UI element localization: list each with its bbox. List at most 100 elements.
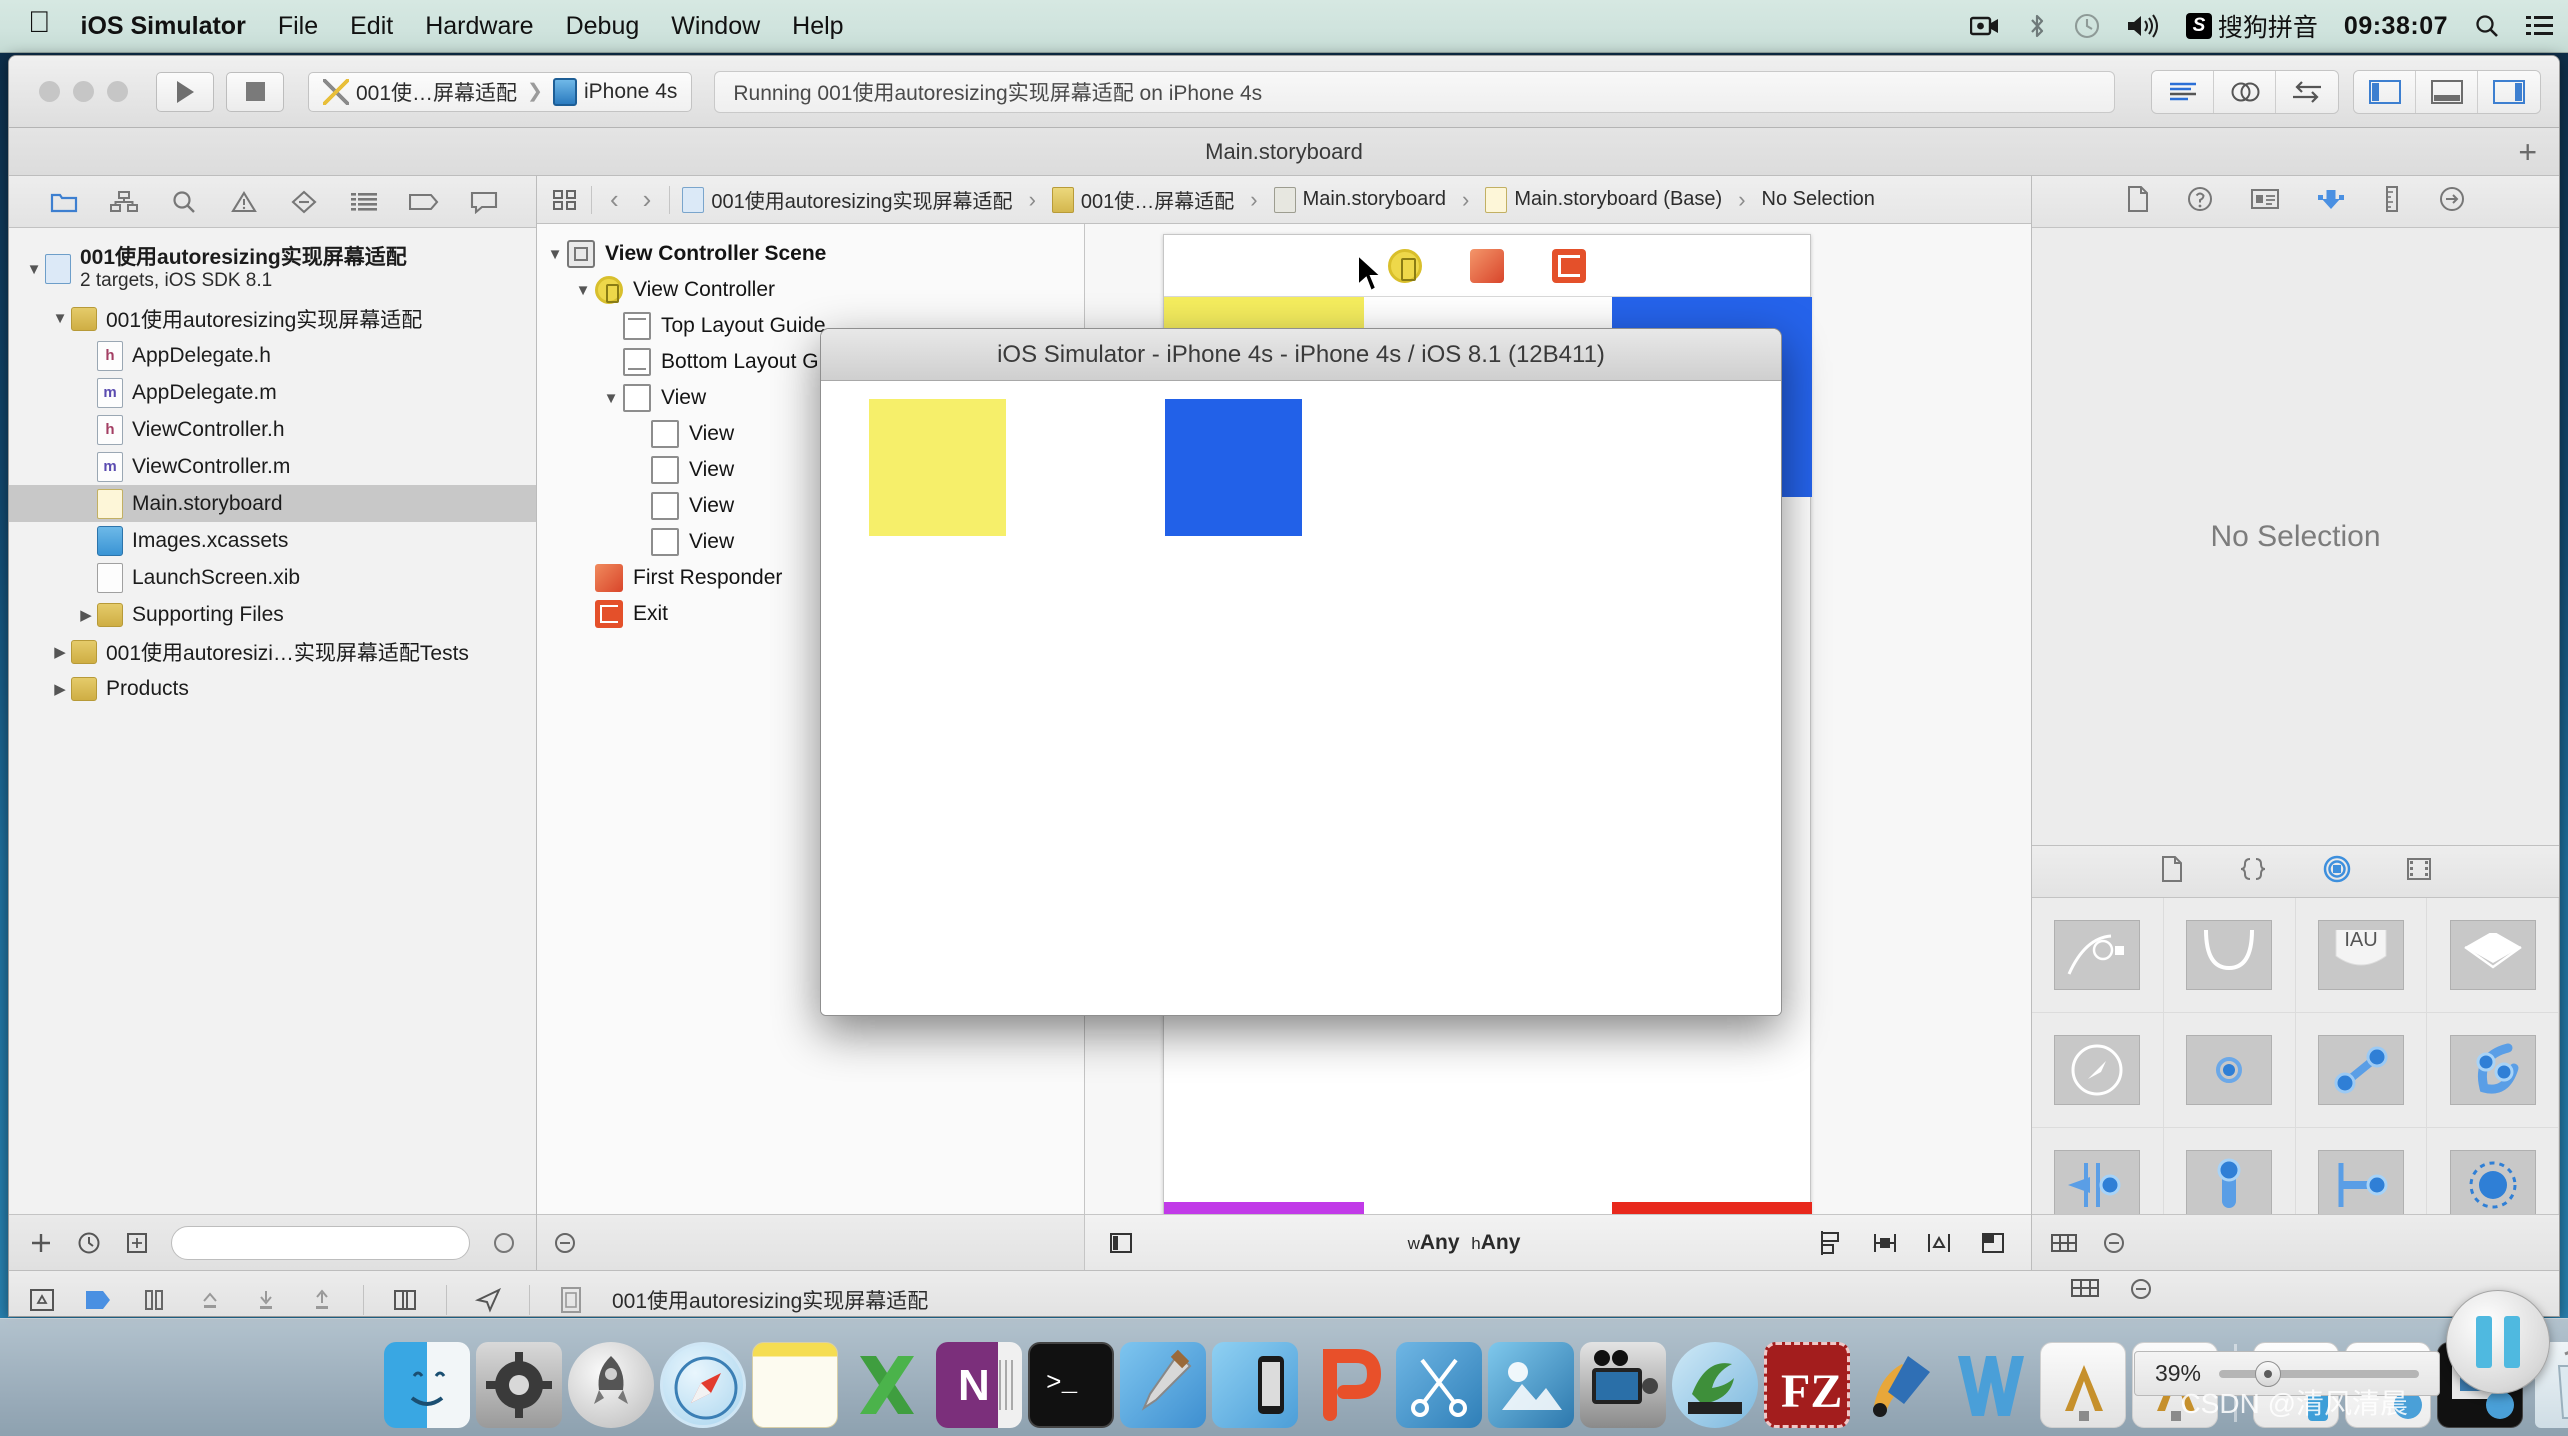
library-item[interactable] xyxy=(2427,1013,2559,1128)
forward-chevron-icon[interactable]: › xyxy=(637,184,658,215)
volume-icon[interactable] xyxy=(2126,13,2160,39)
file-tree-row[interactable]: ▼ 001使用autoresizing实现屏幕适配 2 targets, iOS S… xyxy=(9,238,536,300)
console-filter-icon[interactable] xyxy=(2126,1275,2156,1303)
library-item[interactable]: IAU xyxy=(2295,898,2428,1013)
disclosure-triangle[interactable] xyxy=(599,318,623,335)
disclosure-triangle[interactable]: ▶ xyxy=(75,458,97,476)
disclosure-triangle[interactable]: ▶ xyxy=(75,606,97,624)
source-control-filter-icon[interactable] xyxy=(123,1229,151,1257)
onenote-icon[interactable]: N xyxy=(936,1342,1022,1428)
keynote-icon[interactable] xyxy=(2040,1342,2126,1428)
attributes-inspector-icon[interactable] xyxy=(2316,185,2346,218)
purple-view[interactable] xyxy=(1164,1202,1364,1214)
file-tree-row[interactable]: ▶h AppDelegate.h xyxy=(9,337,536,374)
menu-item-edit[interactable]: Edit xyxy=(350,12,393,41)
clear-filter-icon[interactable] xyxy=(490,1229,518,1257)
pin-icon[interactable] xyxy=(1871,1230,1901,1256)
excel-icon[interactable] xyxy=(844,1342,930,1428)
disclosure-triangle[interactable]: ▼ xyxy=(543,246,567,263)
filter-input[interactable] xyxy=(171,1225,470,1260)
report-navigator-icon[interactable] xyxy=(469,189,499,215)
notification-center-icon[interactable] xyxy=(2526,14,2554,38)
document-outline-toggle-icon[interactable] xyxy=(1107,1229,1135,1257)
ios-simulator-window[interactable]: iOS Simulator - iPhone 4s - iPhone 4s / … xyxy=(820,328,1782,1016)
disclosure-triangle[interactable]: ▼ xyxy=(599,390,623,407)
launchpad-icon[interactable] xyxy=(568,1342,654,1428)
issue-navigator-icon[interactable] xyxy=(229,189,259,215)
library-item[interactable] xyxy=(2427,1128,2559,1214)
view-controller-icon[interactable] xyxy=(1388,248,1422,283)
library-item[interactable] xyxy=(2295,1013,2428,1128)
view-debugging-icon[interactable] xyxy=(390,1286,420,1314)
toggle-debug-area-icon[interactable] xyxy=(2416,70,2478,113)
first-responder-icon[interactable] xyxy=(1470,248,1504,283)
quicktime-icon[interactable] xyxy=(1580,1342,1666,1428)
related-items-icon[interactable] xyxy=(551,186,579,214)
disclosure-triangle[interactable] xyxy=(599,354,623,371)
breadcrumb-group[interactable]: 001使…屏幕适配 xyxy=(1051,185,1234,214)
breakpoint-navigator-icon[interactable] xyxy=(409,189,439,215)
debug-navigator-icon[interactable] xyxy=(349,189,379,215)
symbol-navigator-icon[interactable] xyxy=(109,189,139,215)
file-tree-row[interactable]: ▶m ViewController.m xyxy=(9,448,536,485)
bluetooth-icon[interactable] xyxy=(2026,13,2048,39)
run-button[interactable] xyxy=(156,71,214,112)
library-item[interactable] xyxy=(2032,898,2164,1013)
simulator-screen[interactable] xyxy=(821,381,1781,1015)
assistant-editor-icon[interactable] xyxy=(2214,70,2276,113)
disclosure-triangle[interactable] xyxy=(571,606,595,623)
terminal-icon[interactable]: >_ xyxy=(1028,1342,1114,1428)
breadcrumb-base[interactable]: Main.storyboard (Base) xyxy=(1485,186,1722,213)
toggle-utilities-icon[interactable] xyxy=(2478,70,2540,113)
disclosure-triangle[interactable]: ▶ xyxy=(75,569,97,587)
file-tree-row[interactable]: ▶ Supporting Files xyxy=(9,596,536,633)
apple-logo-icon[interactable]:  xyxy=(28,8,51,38)
add-file-button[interactable] xyxy=(27,1229,55,1257)
size-inspector-icon[interactable] xyxy=(2382,185,2402,218)
file-inspector-icon[interactable] xyxy=(2126,185,2150,218)
quick-help-inspector-icon[interactable] xyxy=(2186,185,2214,218)
disclosure-triangle[interactable]: ▶ xyxy=(75,384,97,402)
snip-tool-icon[interactable] xyxy=(1396,1342,1482,1428)
minimize-window-button[interactable] xyxy=(73,81,94,102)
identity-inspector-icon[interactable] xyxy=(2250,187,2280,216)
library-item[interactable] xyxy=(2296,1128,2428,1214)
active-tab-label[interactable]: Main.storyboard xyxy=(1205,139,1363,165)
find-navigator-icon[interactable] xyxy=(169,189,199,215)
ios-simulator-icon[interactable] xyxy=(1212,1342,1298,1428)
code-snippet-library-icon[interactable] xyxy=(2238,856,2268,887)
resolve-auto-layout-icon[interactable] xyxy=(1925,1230,1955,1256)
time-machine-icon[interactable] xyxy=(2074,13,2100,39)
paint-tool-icon[interactable] xyxy=(1856,1342,1942,1428)
back-chevron-icon[interactable]: ‹ xyxy=(604,184,625,215)
word-icon[interactable] xyxy=(1948,1342,2034,1428)
object-library-grid[interactable]: IAU xyxy=(2032,898,2559,1214)
pause-button-icon[interactable] xyxy=(2446,1290,2550,1394)
show-debug-area-icon[interactable] xyxy=(27,1286,57,1314)
thunder-download-icon[interactable] xyxy=(1672,1342,1758,1428)
menu-item-app[interactable]: iOS Simulator xyxy=(81,12,246,41)
disclosure-triangle[interactable]: ▶ xyxy=(75,532,97,550)
size-class-indicator[interactable]: wAny hAny xyxy=(1408,1231,1521,1255)
file-tree-row[interactable]: ▶ LaunchScreen.xib xyxy=(9,559,536,596)
disclosure-triangle[interactable]: ▼ xyxy=(571,282,595,299)
object-library-icon[interactable] xyxy=(2322,854,2352,889)
file-tree-row[interactable]: ▶m AppDelegate.m xyxy=(9,374,536,411)
library-item[interactable] xyxy=(2032,1128,2164,1214)
step-out-icon[interactable] xyxy=(307,1286,337,1314)
disclosure-triangle[interactable] xyxy=(627,462,651,479)
pause-icon[interactable] xyxy=(139,1286,169,1314)
safari-icon[interactable] xyxy=(660,1342,746,1428)
file-tree-row[interactable]: ▶ Images.xcassets xyxy=(9,522,536,559)
exit-icon[interactable] xyxy=(1552,248,1586,283)
zoom-window-button[interactable] xyxy=(107,81,128,102)
disclosure-triangle[interactable]: ▼ xyxy=(23,261,45,278)
filter-grid-icon[interactable] xyxy=(2070,1275,2100,1303)
menu-bar-clock[interactable]: 09:38:07 xyxy=(2344,12,2448,41)
connections-inspector-icon[interactable] xyxy=(2438,185,2466,218)
input-method-indicator[interactable]: S 搜狗拼音 xyxy=(2185,8,2318,44)
step-into-icon[interactable] xyxy=(251,1286,281,1314)
outline-collapse-icon[interactable] xyxy=(551,1229,579,1257)
menu-item-debug[interactable]: Debug xyxy=(566,12,640,41)
filezilla-icon[interactable]: FZ xyxy=(1764,1342,1850,1428)
